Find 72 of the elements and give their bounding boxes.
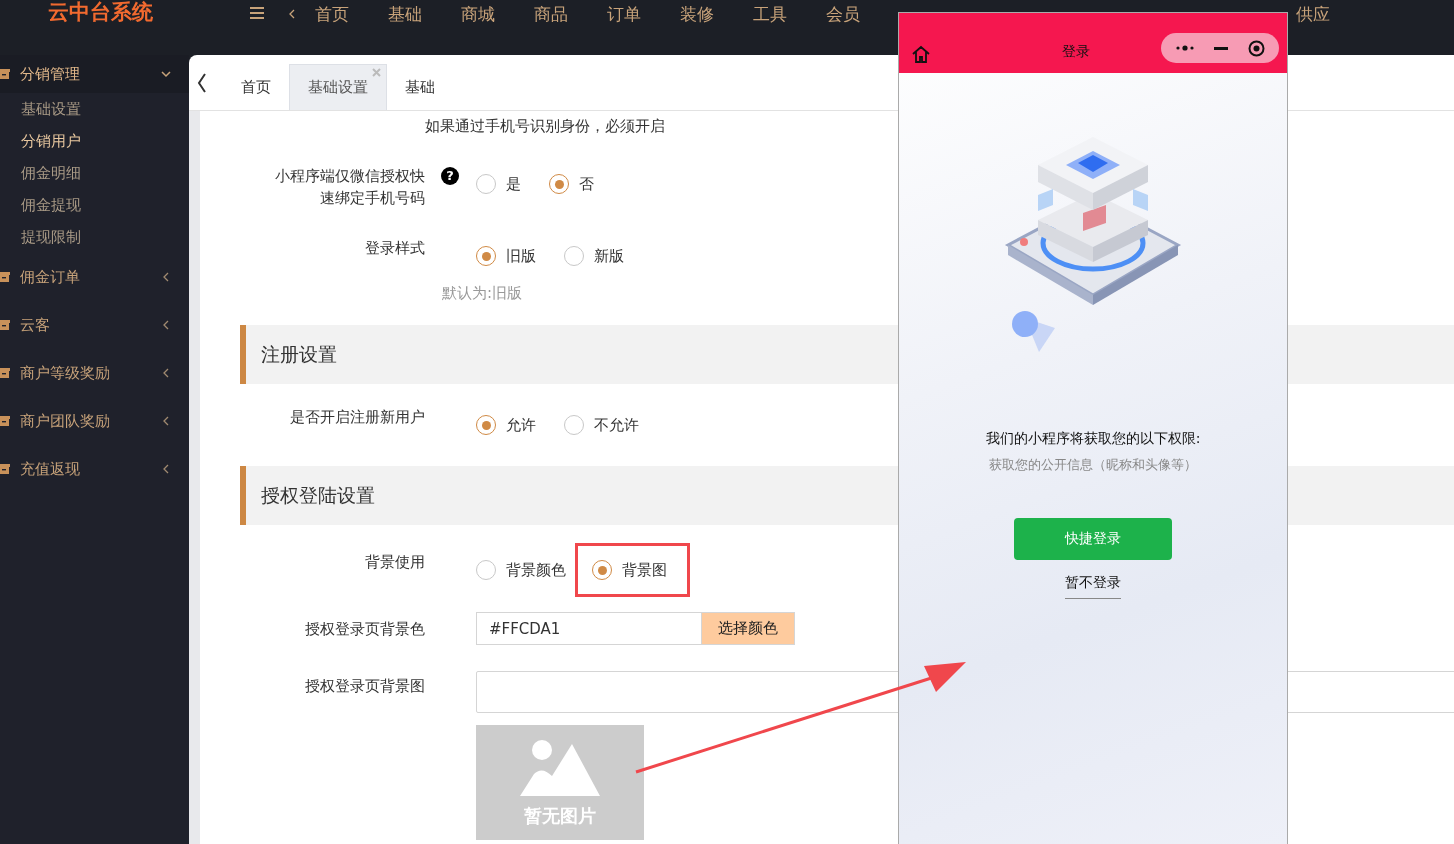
help-icon[interactable]: ? (441, 166, 459, 185)
chevron-left-icon (161, 368, 171, 378)
capsule-menu[interactable] (1161, 33, 1279, 63)
image-icon (520, 737, 600, 796)
chevron-left-icon (161, 320, 171, 330)
top-menu-item[interactable]: 基础 (388, 0, 422, 28)
sidebar-group[interactable]: 分销管理 (0, 55, 189, 93)
sidebar-group-label: 云客 (20, 315, 51, 335)
top-menu-item[interactable]: 商城 (461, 0, 495, 28)
sidebar-group[interactable]: 云客 (0, 301, 189, 349)
sidebar-group-label: 佣金订单 (20, 267, 81, 287)
help-text: 如果通过手机号识别身份，必须开启 (425, 116, 665, 137)
radio-option[interactable]: 不允许 (564, 406, 639, 444)
permission-detail: 获取您的公开信息（昵称和头像等） (989, 456, 1197, 474)
menu-icon[interactable] (250, 7, 264, 19)
field-label: 登录样式 (364, 238, 425, 259)
top-menu-item[interactable]: 首页 (315, 0, 349, 28)
chevron-left-icon (161, 464, 171, 474)
radio-option[interactable]: 是 (476, 165, 521, 203)
radio-option[interactable]: 允许 (476, 406, 536, 444)
target-icon[interactable] (1248, 39, 1266, 57)
home-icon[interactable] (911, 45, 931, 63)
sidebar-group[interactable]: 商户团队奖励 (0, 397, 189, 445)
section-title: 注册设置 (261, 341, 337, 367)
section-title: 授权登陆设置 (261, 482, 375, 508)
top-menu-item[interactable]: 装修 (680, 0, 714, 28)
radio-option[interactable]: 背景颜色 (476, 551, 566, 589)
choose-color-button[interactable]: 选择颜色 (702, 612, 795, 645)
phone-title: 登录 (1061, 42, 1091, 61)
sidebar-group[interactable]: 充值返现 (0, 445, 189, 493)
app-logo: 云中台系统 (48, 0, 154, 24)
page-tab[interactable]: 首页 (223, 64, 289, 110)
permission-title: 我们的小程序将获取您的以下权限: (985, 430, 1201, 448)
sidebar-group[interactable]: 商户等级奖励 (0, 349, 189, 397)
field-label: 是否开启注册新用户 (289, 407, 425, 428)
more-icon[interactable] (1174, 45, 1195, 51)
top-menu-item[interactable]: 订单 (607, 0, 641, 28)
top-menu-item[interactable]: 工具 (753, 0, 787, 28)
sidebar-group-label: 商户团队奖励 (20, 411, 111, 431)
page-tab[interactable]: 基础 (387, 64, 453, 110)
chevron-left-icon (161, 272, 171, 282)
box-icon (0, 68, 10, 80)
field-label: 授权登录页背景图 (304, 676, 425, 697)
page-tab[interactable]: 基础设置 (289, 64, 387, 110)
ball-icon (1011, 310, 1057, 352)
sidebar-item[interactable]: 佣金提现 (0, 189, 189, 221)
top-menu-item[interactable]: 商品 (534, 0, 568, 28)
chevron-left-icon[interactable] (288, 9, 295, 19)
sidebar-item[interactable]: 佣金明细 (0, 157, 189, 189)
field-label: 小程序端仅微信授权快速绑定手机号码 (274, 166, 425, 209)
field-label: 背景使用 (364, 552, 425, 573)
sidebar-item[interactable]: 分销用户 (0, 125, 189, 157)
sidebar-item[interactable]: 提现限制 (0, 221, 189, 253)
top-menu-item[interactable]: 供应 (1296, 0, 1330, 28)
hint-text: 默认为:旧版 (442, 284, 523, 302)
chevron-left-icon (161, 416, 171, 426)
radio-option[interactable]: 否 (549, 165, 594, 203)
radio-option[interactable]: 旧版 (476, 237, 536, 275)
radio-option[interactable]: 新版 (564, 237, 624, 275)
top-menu-item[interactable]: 会员 (826, 0, 860, 28)
sidebar-group-label: 分销管理 (20, 64, 81, 84)
sidebar-group-label: 充值返现 (20, 459, 81, 479)
radio-option[interactable]: 背景图 (578, 546, 687, 594)
field-label: 授权登录页背景色 (304, 619, 425, 640)
sidebar-item[interactable]: 基础设置 (0, 93, 189, 125)
skip-login-link[interactable]: 暂不登录 (1065, 574, 1121, 599)
minimize-icon[interactable] (1214, 46, 1229, 50)
chevron-down-icon (161, 69, 171, 79)
color-input-field[interactable]: #FFCDA1 (476, 612, 702, 645)
chevron-left-icon[interactable] (197, 72, 207, 93)
sidebar-group-label: 商户等级奖励 (20, 363, 111, 383)
sidebar-group[interactable]: 佣金订单 (0, 253, 189, 301)
